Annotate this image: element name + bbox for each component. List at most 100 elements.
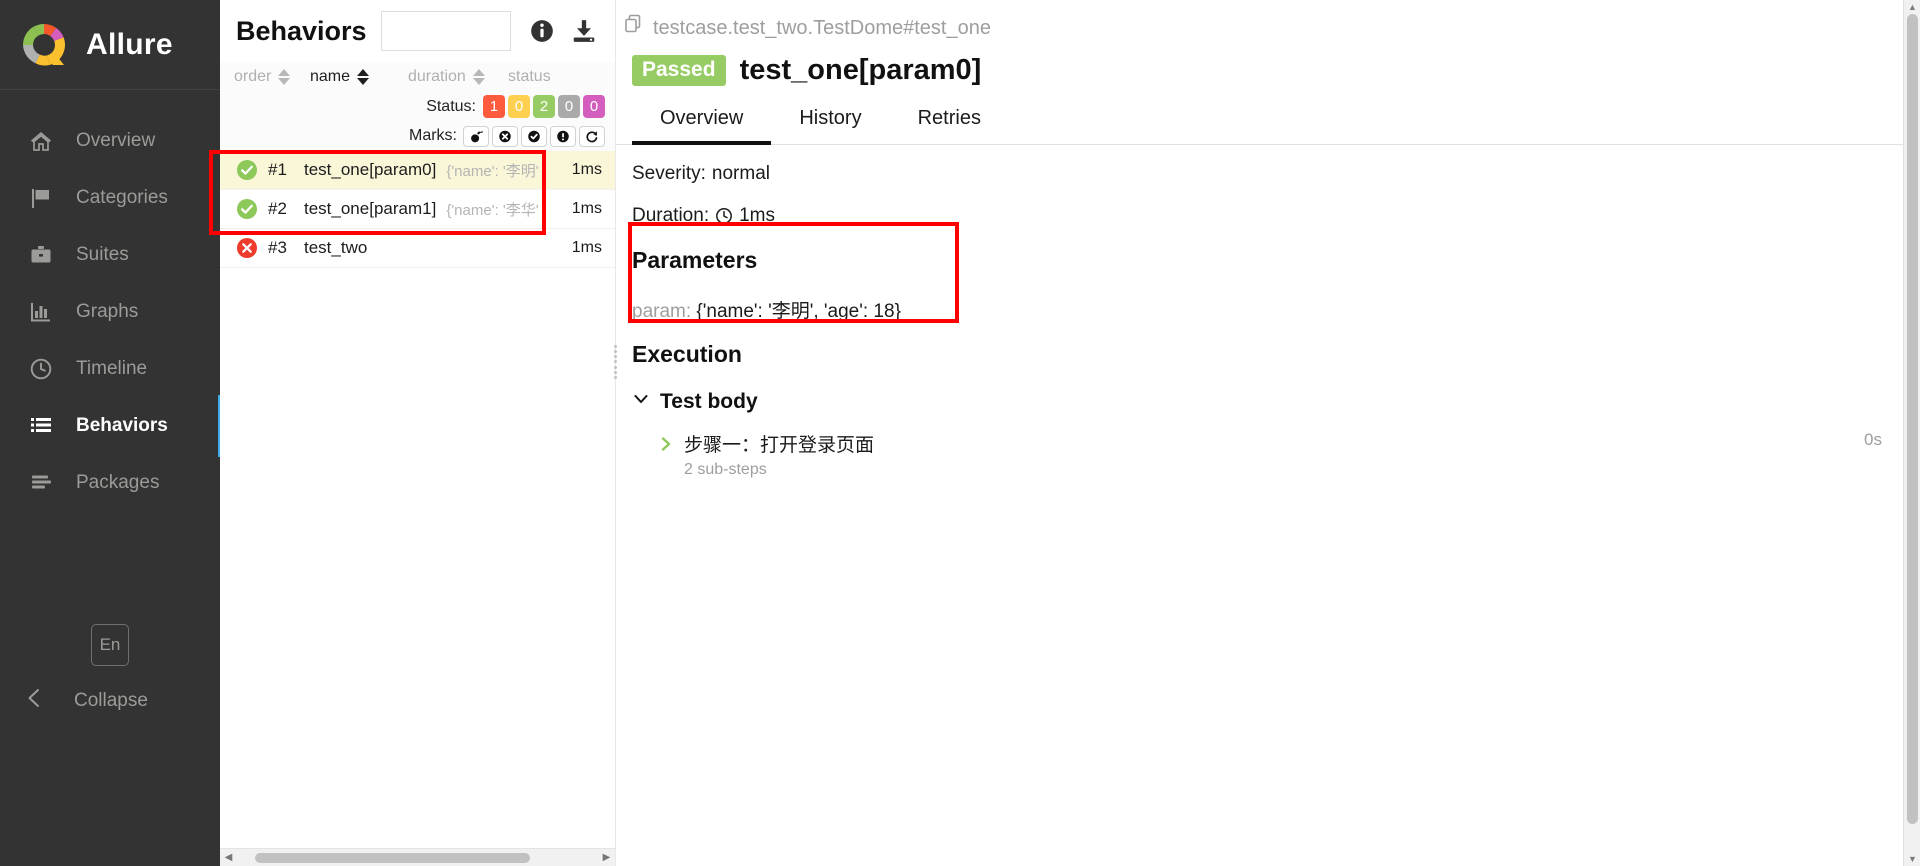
vertical-scrollbar[interactable]: ▲ ▼	[1903, 0, 1920, 866]
breadcrumb-text: testcase.test_two.TestDome#test_one	[653, 16, 991, 39]
list-header-actions	[529, 18, 597, 44]
chevron-left-icon	[24, 686, 44, 716]
flag-icon	[28, 185, 54, 211]
marks-buttons	[463, 125, 605, 147]
table-row[interactable]: #2 test_one[param1] {'name': '李华' 1ms	[220, 190, 615, 229]
clock-icon	[715, 207, 733, 225]
behaviors-list-panel: Behaviors order name duration status Sta…	[220, 0, 619, 866]
column-label: status	[508, 68, 551, 85]
scroll-track[interactable]	[237, 849, 598, 866]
step-item[interactable]: 步骤一：打开登录页面 2 sub-steps 0s	[658, 430, 1920, 479]
status-filter-label: Status:	[426, 97, 476, 115]
stack-icon	[28, 470, 54, 496]
refresh-icon[interactable]	[579, 125, 605, 147]
parameters-title: Parameters	[632, 247, 758, 273]
column-label: name	[310, 68, 351, 85]
severity-label: Severity:	[632, 163, 706, 184]
step-label: 步骤一：打开登录页面	[684, 435, 875, 456]
sidebar-item-label: Packages	[76, 471, 160, 493]
sidebar-item-label: Timeline	[76, 357, 148, 379]
horizontal-scrollbar[interactable]: ◀ ▶	[220, 848, 615, 866]
vertical-scroll-thumb[interactable]	[1907, 14, 1918, 824]
duration-line: Duration: 1ms	[632, 205, 1920, 227]
test-detail-panel: testcase.test_two.TestDome#test_one Pass…	[616, 0, 1920, 866]
tab-retries[interactable]: Retries	[890, 101, 1009, 145]
sidebar-item-label: Overview	[76, 129, 156, 151]
info-icon[interactable]	[529, 18, 555, 44]
download-icon[interactable]	[571, 18, 597, 44]
sidebar-item-label: Graphs	[76, 300, 139, 322]
severity-value: normal	[711, 163, 770, 184]
status-badge-broken[interactable]: 0	[508, 95, 530, 118]
test-title-row: Passed test_one[param0]	[616, 42, 1920, 87]
page-title: Behaviors	[236, 15, 367, 46]
status-badge-failed[interactable]: 1	[483, 95, 505, 118]
allure-logo-icon	[16, 17, 72, 73]
duration-value: 1ms	[739, 205, 776, 226]
sidebar-item-graphs[interactable]: Graphs	[0, 283, 220, 340]
sidebar-item-label: Categories	[76, 186, 168, 208]
row-order: #3	[268, 238, 287, 257]
row-duration: 1ms	[571, 200, 602, 217]
tab-history[interactable]: History	[771, 101, 889, 145]
exclamation-circle-icon[interactable]	[550, 125, 576, 147]
table-row[interactable]: #1 test_one[param0] {'name': '李明' 1ms	[220, 151, 615, 190]
row-params: {'name': '李华'	[446, 201, 539, 219]
marks-filter-row: Marks:	[220, 121, 615, 151]
status-badge-skipped[interactable]: 0	[558, 95, 580, 118]
sort-icon	[278, 69, 291, 85]
sidebar-item-behaviors[interactable]: Behaviors	[0, 397, 220, 454]
brand[interactable]: Allure	[0, 0, 220, 90]
sidebar-item-timeline[interactable]: Timeline	[0, 340, 220, 397]
column-label: order	[234, 68, 272, 85]
breadcrumb[interactable]: testcase.test_two.TestDome#test_one	[616, 0, 1920, 42]
column-status[interactable]: status	[508, 68, 568, 86]
scroll-thumb[interactable]	[255, 852, 530, 863]
collapse-label: Collapse	[74, 690, 148, 711]
sidebar-nav: Overview Categories Suites Graphs Timeli…	[0, 112, 220, 511]
status-badge: Passed	[632, 55, 726, 86]
language-button[interactable]: En	[91, 624, 129, 666]
panel-resize-handle[interactable]	[611, 345, 619, 379]
scroll-right-icon[interactable]: ▶	[598, 852, 615, 863]
collapse-button[interactable]: Collapse	[0, 686, 220, 716]
clock-icon	[28, 356, 54, 382]
scroll-down-icon[interactable]: ▼	[1904, 852, 1920, 866]
copy-icon[interactable]	[624, 14, 644, 42]
row-order: #2	[268, 199, 287, 218]
sidebar-bottom: En Collapse	[0, 624, 220, 866]
status-badge-passed[interactable]: 2	[533, 95, 555, 118]
column-label: duration	[408, 68, 466, 85]
sidebar-item-categories[interactable]: Categories	[0, 169, 220, 226]
parameters-section: Parameters param: {'name': '李明', 'age': …	[632, 247, 1920, 323]
tab-overview[interactable]: Overview	[632, 101, 772, 145]
bomb-icon[interactable]	[463, 125, 489, 147]
sidebar-item-packages[interactable]: Packages	[0, 454, 220, 511]
row-name: test_one[param1]	[304, 199, 437, 218]
column-duration[interactable]: duration	[408, 68, 508, 86]
sidebar-item-suites[interactable]: Suites	[0, 226, 220, 283]
status-badge-unknown[interactable]: 0	[583, 95, 605, 118]
search-input[interactable]	[380, 11, 511, 51]
status-badges: 1 0 2 0 0	[483, 95, 605, 118]
passed-status-icon	[236, 159, 258, 181]
test-body-toggle[interactable]: Test body	[632, 390, 1920, 414]
scroll-up-icon[interactable]: ▲	[1904, 0, 1920, 14]
check-circle-icon[interactable]	[521, 125, 547, 147]
brand-name: Allure	[86, 27, 173, 61]
list-header: Behaviors	[220, 0, 615, 62]
sidebar-item-overview[interactable]: Overview	[0, 112, 220, 169]
passed-status-icon	[236, 198, 258, 220]
test-rows: #1 test_one[param0] {'name': '李明' 1ms #2…	[220, 151, 615, 848]
scroll-left-icon[interactable]: ◀	[220, 852, 237, 863]
column-name[interactable]: name	[310, 68, 408, 86]
x-circle-icon[interactable]	[492, 125, 518, 147]
list-icon	[28, 413, 54, 439]
status-filter-row: Status: 1 0 2 0 0	[220, 92, 615, 121]
table-row[interactable]: #3 test_two 1ms	[220, 229, 615, 268]
execution-title: Execution	[632, 341, 742, 367]
sidebar-item-label: Behaviors	[76, 414, 168, 436]
bar-chart-icon	[28, 299, 54, 325]
column-order[interactable]: order	[234, 68, 310, 86]
marks-filter-label: Marks:	[409, 127, 457, 144]
